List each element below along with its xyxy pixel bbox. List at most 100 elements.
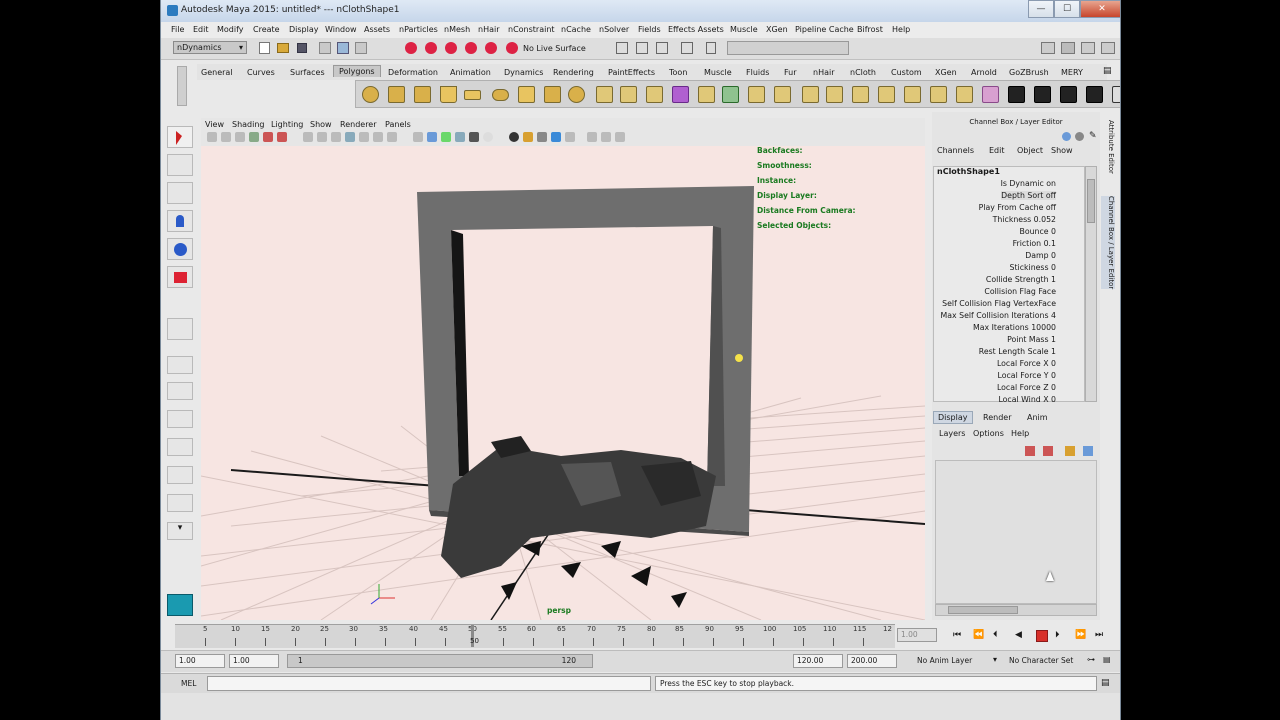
attr-row[interactable]: Local Force X 0 [997, 359, 1056, 368]
paint-select-tool-icon[interactable] [167, 182, 193, 204]
poke-icon[interactable] [930, 86, 947, 103]
menu-nparticles[interactable]: nParticles [399, 25, 438, 34]
menu-pipeline-cache[interactable]: Pipeline Cache [795, 25, 854, 34]
attr-row[interactable]: Friction 0.1 [1013, 239, 1056, 248]
panel-menu-lighting[interactable]: Lighting [271, 120, 303, 129]
offset-edge-loop-icon[interactable] [774, 86, 791, 103]
menu-edit[interactable]: Edit [193, 25, 209, 34]
persp-outliner-layout-icon[interactable] [167, 410, 193, 428]
safe-action-icon[interactable] [373, 132, 383, 142]
menu-nhair[interactable]: nHair [478, 25, 500, 34]
channel-box-pin-icon[interactable]: ✎ [1089, 131, 1099, 141]
input-mode-icon[interactable] [706, 42, 716, 54]
layer-tab-render[interactable]: Render [983, 413, 1011, 422]
cb-menu-channels[interactable]: Channels [937, 146, 974, 155]
insert-edge-loop-icon[interactable] [748, 86, 765, 103]
show-tool-settings-icon[interactable] [1061, 42, 1075, 54]
command-language-toggle[interactable]: MEL [181, 679, 196, 688]
bifrost-icon[interactable] [167, 594, 193, 616]
anti-aliasing-icon[interactable] [551, 132, 561, 142]
snap-point-icon[interactable] [445, 42, 457, 54]
script-editor-icon[interactable]: ▤ [1101, 678, 1110, 688]
menu-xgen[interactable]: XGen [766, 25, 788, 34]
menu-window[interactable]: Window [325, 25, 357, 34]
poly-sphere-icon[interactable] [362, 86, 379, 103]
shelf-tab-nhair[interactable]: nHair [813, 68, 835, 77]
move-tool-icon[interactable] [167, 210, 193, 232]
save-scene-icon[interactable] [297, 43, 307, 53]
cylindrical-map-icon[interactable] [1060, 86, 1077, 103]
attr-row[interactable]: Bounce 0 [1019, 227, 1056, 236]
magnet-icon[interactable] [506, 42, 518, 54]
step-back-frame-icon[interactable]: ⏴ [993, 630, 1005, 642]
layout-menu-icon[interactable]: ▾ [167, 522, 193, 540]
animation-end-field[interactable]: 200.00 [847, 654, 897, 668]
attribute-editor-side-tab[interactable]: Attribute Editor [1101, 120, 1115, 174]
safe-title-icon[interactable] [387, 132, 397, 142]
panel-menu-shading[interactable]: Shading [232, 120, 265, 129]
menu-nmesh[interactable]: nMesh [444, 25, 470, 34]
persp-graph-layout-icon[interactable] [167, 438, 193, 456]
bridge-icon[interactable] [826, 86, 843, 103]
panel-menu-view[interactable]: View [205, 120, 224, 129]
attr-row[interactable]: Local Force Y 0 [998, 371, 1056, 380]
uv-editor-icon[interactable] [982, 86, 999, 103]
menu-modify[interactable]: Modify [217, 25, 244, 34]
go-to-start-icon[interactable]: ⏮ [953, 630, 965, 642]
shelf-tab-surfaces[interactable]: Surfaces [290, 68, 325, 77]
quick-rename-field[interactable] [727, 41, 849, 55]
shelf-options-icon[interactable] [177, 66, 187, 106]
cb-menu-edit[interactable]: Edit [989, 146, 1005, 155]
camera-attributes-icon[interactable] [221, 132, 231, 142]
attr-row[interactable]: Damp 0 [1025, 251, 1056, 260]
menu-muscle[interactable]: Muscle [730, 25, 758, 34]
show-modeling-toolkit-icon[interactable] [1101, 42, 1115, 54]
snap-live-icon[interactable] [485, 42, 497, 54]
command-input[interactable] [207, 676, 651, 691]
attr-row[interactable]: Thickness 0.052 [993, 215, 1056, 224]
shelf-tab-animation[interactable]: Animation [450, 68, 491, 77]
lasso-tool-icon[interactable] [167, 154, 193, 176]
step-forward-key-icon[interactable]: ⏩ [1075, 630, 1087, 642]
attribute-scrollbar[interactable] [1085, 166, 1097, 402]
shelf-tab-muscle[interactable]: Muscle [704, 68, 732, 77]
wedge-icon[interactable] [904, 86, 921, 103]
step-forward-frame-icon[interactable]: ⏵ [1055, 630, 1067, 642]
bookmarks-icon[interactable] [235, 132, 245, 142]
motion-blur-icon[interactable] [537, 132, 547, 142]
perspective-viewport[interactable]: Backfaces: Smoothness: Instance: Display… [201, 146, 925, 620]
layer-menu-help[interactable]: Help [1011, 429, 1029, 438]
combine-icon[interactable] [596, 86, 613, 103]
attr-row[interactable]: Local Force Z 0 [997, 383, 1056, 392]
resolution-gate-icon[interactable] [331, 132, 341, 142]
attr-row[interactable]: Stickiness 0 [1010, 263, 1056, 272]
xray-joints-icon[interactable] [615, 132, 625, 142]
last-tool-icon[interactable] [167, 318, 193, 340]
select-hierarchy-icon[interactable] [319, 42, 331, 54]
layer-tab-display[interactable]: Display [933, 411, 973, 424]
menu-nconstraint[interactable]: nConstraint [508, 25, 555, 34]
current-time-field[interactable]: 1.00 [897, 628, 937, 642]
depth-of-field-icon[interactable] [565, 132, 575, 142]
select-component-icon[interactable] [355, 42, 367, 54]
snap-plane-icon[interactable] [465, 42, 477, 54]
menu-effects-assets[interactable]: Effects Assets [668, 25, 724, 34]
image-plane-icon[interactable] [249, 132, 259, 142]
step-back-key-icon[interactable]: ⏪ [973, 630, 985, 642]
hypershade-icon[interactable] [681, 42, 693, 54]
scrollbar-thumb[interactable] [1087, 179, 1095, 223]
move-layer-up-icon[interactable] [1025, 446, 1035, 456]
ambient-occlusion-icon[interactable] [523, 132, 533, 142]
shelf-tab-custom[interactable]: Custom [891, 68, 922, 77]
attr-row[interactable]: Collision Flag Face [984, 287, 1056, 296]
channel-box-info-icon[interactable] [1075, 132, 1084, 141]
field-chart-icon[interactable] [359, 132, 369, 142]
live-surface-label[interactable]: No Live Surface [523, 44, 586, 53]
menu-bifrost[interactable]: Bifrost [857, 25, 883, 34]
shelf-tab-xgen[interactable]: XGen [935, 68, 957, 77]
playback-start-field[interactable]: 1.00 [229, 654, 279, 668]
shelf-tab-fur[interactable]: Fur [784, 68, 797, 77]
menu-fields[interactable]: Fields [638, 25, 661, 34]
menu-nsolver[interactable]: nSolver [599, 25, 629, 34]
attr-row[interactable]: Self Collision Flag VertexFace [942, 299, 1056, 308]
